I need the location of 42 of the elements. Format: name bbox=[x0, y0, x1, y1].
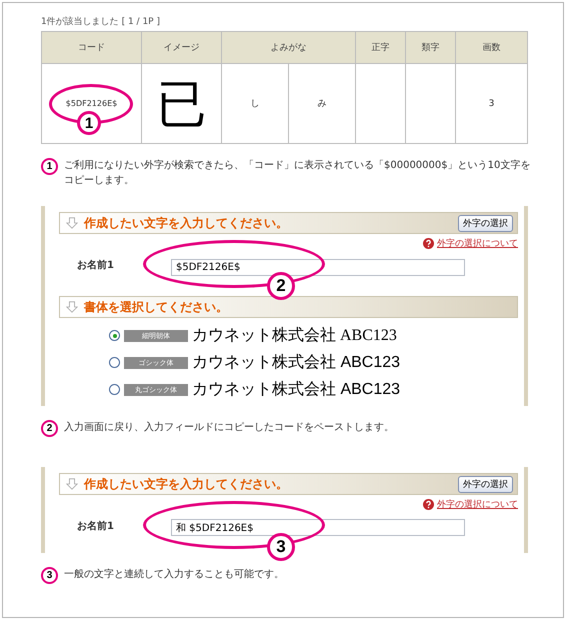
down-arrow-icon bbox=[66, 301, 78, 313]
input-field[interactable]: 和 $5DF2126E$ bbox=[171, 519, 465, 536]
font-sample: カウネット株式会社 ABC123 bbox=[192, 380, 400, 400]
down-arrow-icon bbox=[66, 217, 78, 229]
font-sample: カウネット株式会社 ABC123 bbox=[192, 352, 400, 373]
result-count: 1件が該当しました [ 1 / 1P ] bbox=[41, 16, 161, 29]
step-text: 一般の文字と連続して入力することも可能です。 bbox=[64, 568, 284, 582]
help-icon bbox=[423, 499, 434, 510]
column-header: イメージ bbox=[142, 32, 222, 64]
step-number: 1 bbox=[77, 111, 101, 135]
radio-button[interactable] bbox=[109, 330, 120, 341]
radio-button[interactable] bbox=[109, 384, 120, 395]
step-number: 1 bbox=[41, 158, 58, 175]
step-number: 2 bbox=[41, 420, 58, 437]
column-header: 類字 bbox=[405, 32, 456, 64]
step-number: 3 bbox=[267, 532, 295, 561]
column-header: よみがな bbox=[222, 32, 356, 64]
column-header: 正字 bbox=[355, 32, 406, 64]
column-header: コード bbox=[42, 32, 142, 64]
input-field[interactable]: $5DF2126E$ bbox=[171, 258, 465, 276]
help-icon bbox=[423, 238, 434, 249]
step-text: ご利用になりたい外字が検索できたら、「コード」に表示されている「$00000000$」という10文字をコピーします。 bbox=[64, 158, 531, 188]
step-text: 入力画面に戻り、入力フィールドにコピーしたコードをペーストします。 bbox=[64, 420, 394, 435]
table-cell: し bbox=[250, 99, 260, 109]
table-cell: 3 bbox=[488, 98, 494, 108]
section-title: 作成したい文字を入力してください。 bbox=[84, 476, 289, 492]
column-header: 画数 bbox=[455, 32, 528, 64]
field-label: お名前1 bbox=[76, 258, 115, 272]
down-arrow-icon bbox=[66, 478, 78, 490]
radio-button[interactable] bbox=[109, 357, 120, 368]
font-sample: カウネット株式会社 ABC123 bbox=[192, 326, 397, 346]
section-title: 作成したい文字を入力してください。 bbox=[84, 214, 289, 232]
section-title: 書体を選択してください。 bbox=[84, 298, 229, 316]
field-label: お名前1 bbox=[76, 520, 115, 533]
gaiji-select-button[interactable]: 外字の選択 bbox=[458, 476, 513, 492]
step-number: 3 bbox=[41, 567, 58, 584]
table-cell: $5DF2126E$ bbox=[66, 98, 118, 108]
help-link[interactable]: 外字の選択について bbox=[437, 237, 518, 250]
character-image: 已 bbox=[156, 76, 206, 132]
gaiji-select-button[interactable]: 外字の選択 bbox=[458, 214, 513, 232]
help-link[interactable]: 外字の選択について bbox=[437, 498, 518, 511]
table-cell: み bbox=[317, 99, 326, 109]
